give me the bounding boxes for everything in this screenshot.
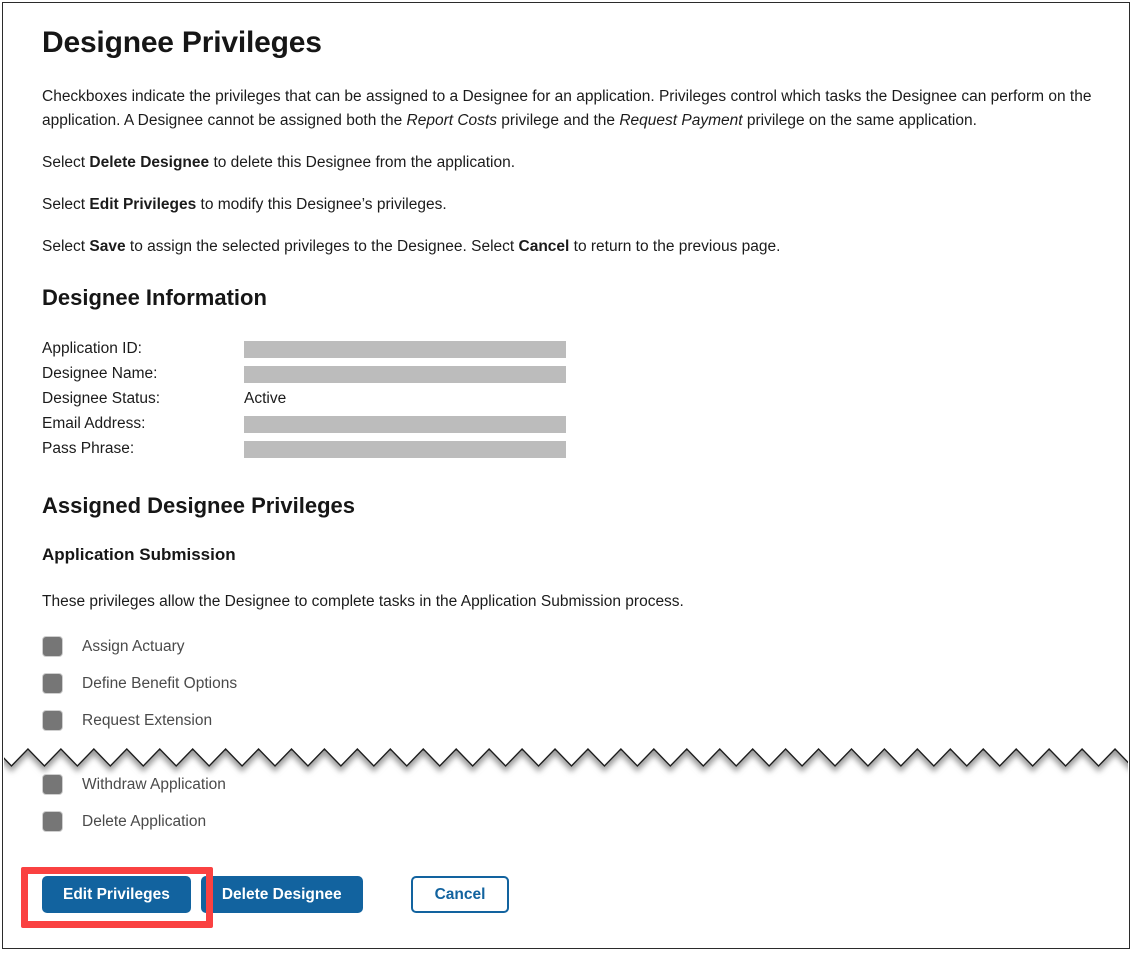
delete-designee-button-wrapper: Delete Designee [201, 876, 363, 913]
page-content: Designee Privileges Checkboxes indicate … [42, 3, 1105, 840]
privileges-list-below-tear: Withdraw Application Delete Application [42, 766, 1105, 840]
instruction-delete-designee: Select Delete Designee to delete this De… [42, 151, 1105, 175]
spacer [42, 614, 1105, 628]
privilege-row-assign-actuary[interactable]: Assign Actuary [42, 628, 1105, 665]
spacer [42, 312, 1105, 334]
spacer [42, 217, 1105, 235]
spacer [42, 519, 1105, 544]
spacer [42, 462, 1105, 492]
privilege-row-delete-application[interactable]: Delete Application [42, 803, 1105, 840]
designee-information-table: Application ID: Designee Name: Designee … [42, 337, 574, 462]
intro-emphasis-report-costs: Report Costs [407, 112, 497, 129]
privilege-row-withdraw-application[interactable]: Withdraw Application [42, 766, 1105, 803]
instruction-bold-edit-privileges: Edit Privileges [89, 196, 196, 213]
table-row: Designee Name: [42, 362, 574, 387]
instruction-prefix: Select [42, 154, 89, 171]
page-container: Designee Privileges Checkboxes indicate … [2, 2, 1130, 949]
checkbox-delete-application[interactable] [42, 811, 63, 832]
designee-information-heading: Designee Information [42, 284, 1105, 312]
spacer [42, 565, 1105, 590]
privilege-label: Define Benefit Options [82, 675, 237, 693]
info-value-designee-status: Active [244, 387, 574, 412]
action-button-row: Edit Privileges Delete Designee Cancel [42, 876, 509, 913]
instruction-bold-cancel: Cancel [519, 238, 570, 255]
instruction-bold-save: Save [89, 238, 125, 255]
instruction-suffix: to modify this Designee’s privileges. [196, 196, 446, 213]
info-value-pass-phrase [244, 437, 574, 462]
intro-paragraph-part3: privilege on the same application. [743, 112, 977, 129]
instruction-edit-privileges: Select Edit Privileges to modify this De… [42, 193, 1105, 217]
page-title: Designee Privileges [42, 25, 1105, 61]
checkbox-assign-actuary[interactable] [42, 636, 63, 657]
spacer [42, 175, 1105, 193]
info-label-application-id: Application ID: [42, 337, 244, 362]
info-label-email-address: Email Address: [42, 412, 244, 437]
spacer [42, 259, 1105, 284]
table-row: Pass Phrase: [42, 437, 574, 462]
checkbox-define-benefit-options[interactable] [42, 673, 63, 694]
designee-information-table-body: Application ID: Designee Name: Designee … [42, 337, 574, 462]
instruction-middle: to assign the selected privileges to the… [126, 238, 519, 255]
application-submission-heading: Application Submission [42, 544, 1105, 565]
info-value-email-address [244, 412, 574, 437]
spacer [42, 739, 1105, 766]
intro-emphasis-request-payment: Request Payment [619, 112, 742, 129]
edit-privileges-button-wrapper: Edit Privileges [42, 876, 191, 913]
instruction-save-cancel: Select Save to assign the selected privi… [42, 235, 1105, 259]
instruction-suffix: to return to the previous page. [569, 238, 780, 255]
intro-paragraph: Checkboxes indicate the privileges that … [42, 85, 1105, 133]
application-submission-description: These privileges allow the Designee to c… [42, 590, 1105, 614]
delete-designee-button[interactable]: Delete Designee [201, 876, 363, 913]
checkbox-withdraw-application[interactable] [42, 774, 63, 795]
privileges-list-above-tear: Assign Actuary Define Benefit Options Re… [42, 628, 1105, 739]
privilege-row-define-benefit-options[interactable]: Define Benefit Options [42, 665, 1105, 702]
info-value-designee-name [244, 362, 574, 387]
instruction-bold-delete-designee: Delete Designee [89, 154, 209, 171]
redaction-bar [244, 366, 566, 383]
privilege-label: Delete Application [82, 813, 206, 831]
assigned-privileges-heading: Assigned Designee Privileges [42, 492, 1105, 520]
spacer [42, 133, 1105, 151]
intro-paragraph-part2: privilege and the [497, 112, 619, 129]
privilege-label: Withdraw Application [82, 776, 226, 794]
info-label-designee-name: Designee Name: [42, 362, 244, 387]
cancel-button[interactable]: Cancel [411, 876, 510, 913]
privilege-label: Assign Actuary [82, 638, 185, 656]
privilege-label: Request Extension [82, 712, 212, 730]
edit-privileges-button[interactable]: Edit Privileges [42, 876, 191, 913]
redaction-bar [244, 416, 566, 433]
spacer [42, 61, 1105, 85]
redaction-bar [244, 341, 566, 358]
instruction-prefix: Select [42, 238, 89, 255]
info-label-designee-status: Designee Status: [42, 387, 244, 412]
redaction-bar [244, 441, 566, 458]
info-label-pass-phrase: Pass Phrase: [42, 437, 244, 462]
privilege-row-request-extension[interactable]: Request Extension [42, 702, 1105, 739]
instruction-suffix: to delete this Designee from the applica… [209, 154, 515, 171]
info-value-application-id [244, 337, 574, 362]
checkbox-request-extension[interactable] [42, 710, 63, 731]
table-row: Application ID: [42, 337, 574, 362]
instruction-prefix: Select [42, 196, 89, 213]
table-row: Email Address: [42, 412, 574, 437]
table-row: Designee Status: Active [42, 387, 574, 412]
